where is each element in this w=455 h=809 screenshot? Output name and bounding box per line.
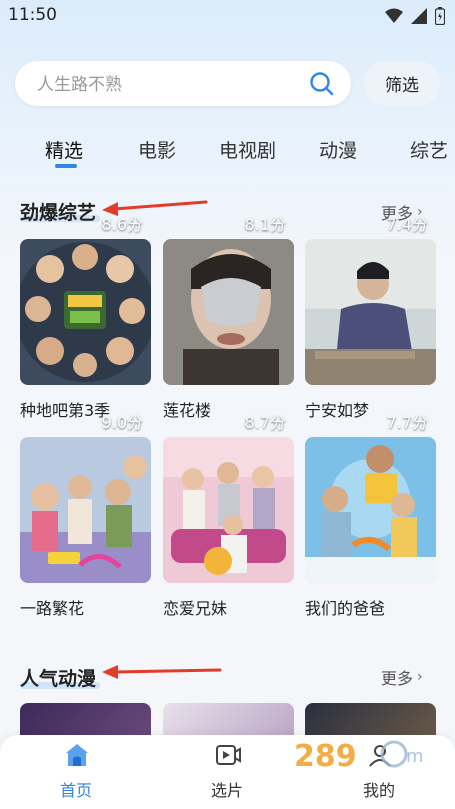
signal-icon <box>411 8 427 24</box>
section-title-anime: 人气动漫 <box>20 668 97 690</box>
svg-text:m: m <box>406 746 424 767</box>
video-icon <box>216 745 241 765</box>
poster-image <box>163 239 294 385</box>
section-title-variety: 劲爆综艺 <box>20 202 97 224</box>
poster-image <box>20 437 151 583</box>
card-title: 种地吧第3季 <box>20 401 111 420</box>
filter-button[interactable]: 筛选 <box>364 61 440 106</box>
wifi-icon <box>385 8 403 23</box>
card-title: 一路繁花 <box>20 599 85 618</box>
more-link-label: 更多 <box>381 669 414 688</box>
more-link-anime[interactable]: 更多 › <box>381 665 423 689</box>
watermark-logo: 289 m <box>294 739 424 774</box>
search-icon[interactable] <box>309 71 335 97</box>
poster-image <box>305 239 436 385</box>
tab-anime[interactable]: 动漫 <box>319 136 357 163</box>
rating-badge: 8.7分 <box>244 413 286 432</box>
nav-label: 选片 <box>210 781 243 800</box>
search-box[interactable] <box>15 61 351 108</box>
card-title: 恋爱兄妹 <box>163 599 228 618</box>
card-title: 宁安如梦 <box>305 401 370 420</box>
rating-badge: 8.6分 <box>101 215 143 234</box>
card-title: 我们的爸爸 <box>305 599 386 618</box>
card-title: 莲花楼 <box>163 401 212 420</box>
tab-variety[interactable]: 综艺 <box>410 136 448 163</box>
battery-icon <box>435 7 445 25</box>
chevron-right-icon: › <box>417 669 423 685</box>
rating-badge: 7.4分 <box>386 215 428 234</box>
rating-badge: 7.7分 <box>386 413 428 432</box>
rating-badge: 8.1分 <box>244 215 286 234</box>
nav-label: 我的 <box>362 781 395 800</box>
tab-indicator <box>55 164 77 168</box>
home-icon <box>66 744 88 766</box>
poster-image <box>305 437 436 583</box>
status-time: 11:50 <box>8 5 57 25</box>
annotation-arrow <box>102 665 222 679</box>
status-bar: 11:50 <box>0 0 455 32</box>
status-icons <box>385 7 445 25</box>
tab-featured[interactable]: 精选 <box>45 136 83 163</box>
rating-badge: 9.0分 <box>101 413 143 432</box>
poster-image <box>20 239 151 385</box>
search-input[interactable] <box>35 61 309 108</box>
nav-item-home[interactable]: 首页 <box>26 735 126 809</box>
nav-label: 首页 <box>59 781 92 800</box>
tab-movies[interactable]: 电影 <box>138 136 176 163</box>
nav-item-browse[interactable]: 选片 <box>177 735 277 809</box>
poster-image <box>163 437 294 583</box>
tab-tv-series[interactable]: 电视剧 <box>219 136 276 163</box>
svg-text:289: 289 <box>294 739 357 774</box>
